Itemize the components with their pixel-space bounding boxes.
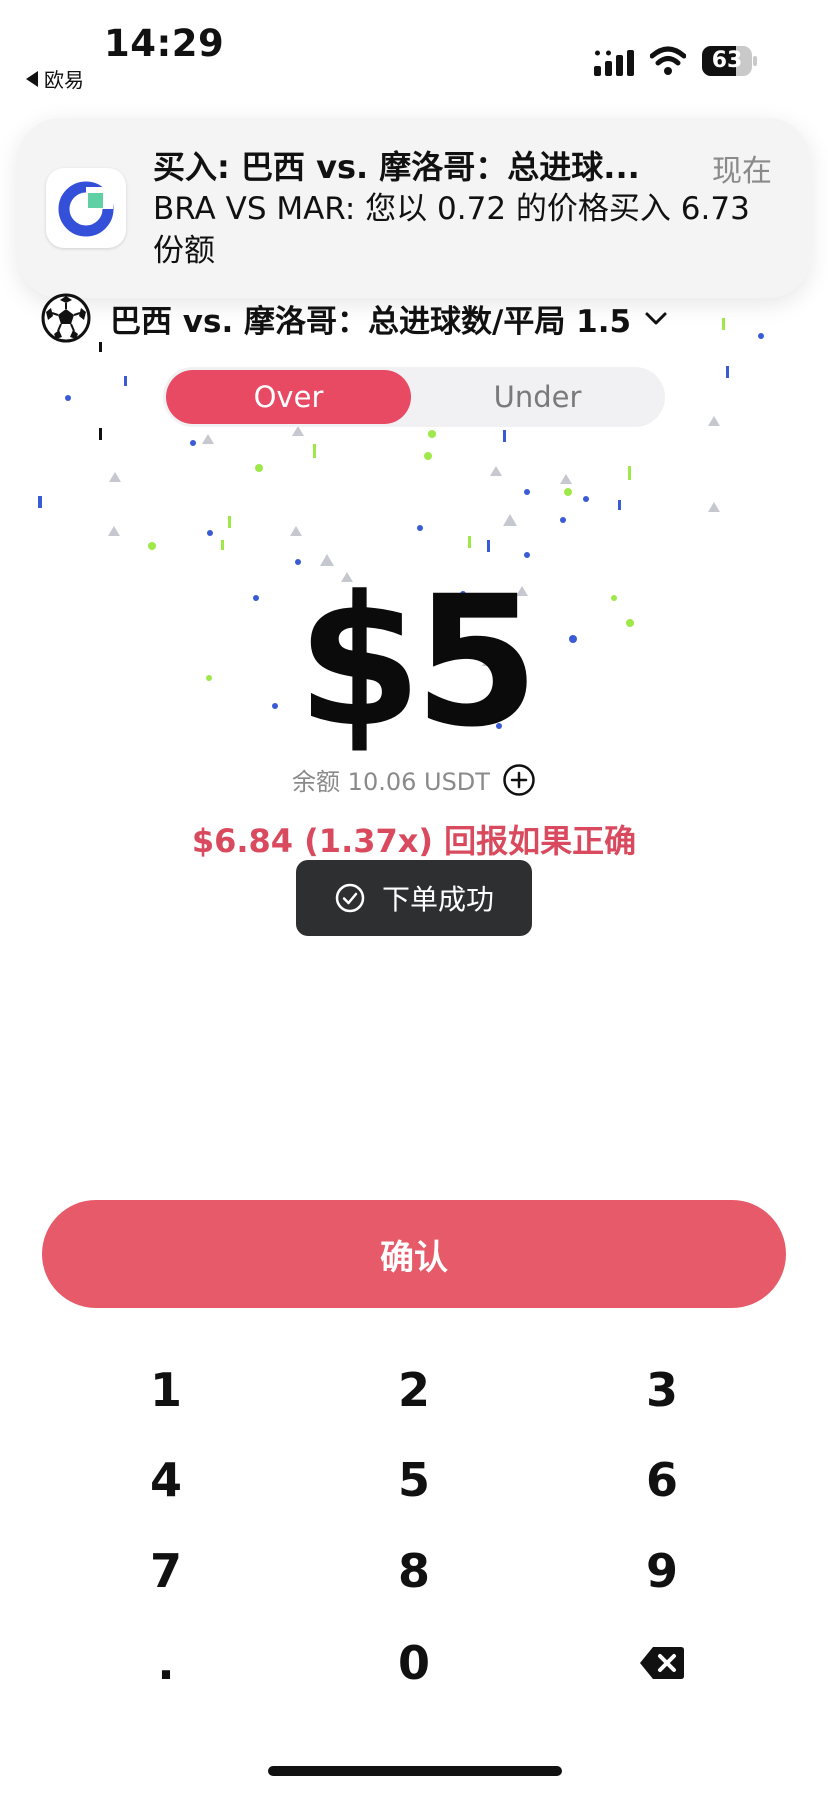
key-decimal[interactable]: . — [28, 1618, 304, 1708]
notification-time: 现在 — [712, 154, 772, 189]
soccer-ball-icon — [41, 293, 91, 343]
toast-text: 下单成功 — [381, 883, 494, 916]
back-arrow-icon — [26, 70, 38, 87]
backspace-icon — [640, 1647, 684, 1679]
key-0[interactable]: 0 — [276, 1618, 552, 1708]
bet-amount: $5 — [296, 558, 540, 767]
notification-body: BRA VS MAR: 您以 0.72 的价格买入 6.73 份额 — [153, 191, 750, 269]
back-to-app-button[interactable]: 欧易 — [26, 64, 84, 93]
option-under[interactable]: Under — [415, 370, 660, 424]
key-2[interactable]: 2 — [276, 1345, 552, 1435]
app-logo-icon — [46, 168, 126, 248]
wifi-icon — [650, 46, 686, 75]
status-time: 14:29 — [104, 22, 225, 65]
signal-icon — [594, 50, 634, 76]
key-8[interactable]: 8 — [276, 1526, 552, 1616]
confirm-button[interactable]: 确认 — [42, 1200, 786, 1308]
back-app-label: 欧易 — [44, 68, 84, 92]
notification-title: 买入: 巴西 vs. 摩洛哥：总进球... — [153, 148, 640, 186]
over-under-toggle[interactable]: Over Under — [163, 367, 665, 427]
key-6[interactable]: 6 — [524, 1435, 800, 1525]
market-selector[interactable]: 巴西 vs. 摩洛哥：总进球数/平局 1.5 — [40, 292, 669, 344]
chevron-down-icon — [645, 312, 667, 325]
key-3[interactable]: 3 — [524, 1345, 800, 1435]
balance-row: 余额 10.06 USDT — [0, 762, 828, 797]
battery-icon: 63 — [702, 46, 758, 76]
key-1[interactable]: 1 — [28, 1345, 304, 1435]
balance-text: 余额 10.06 USDT — [292, 768, 490, 796]
key-9[interactable]: 9 — [524, 1526, 800, 1616]
key-7[interactable]: 7 — [28, 1526, 304, 1616]
order-success-toast: 下单成功 — [296, 860, 532, 936]
option-over[interactable]: Over — [166, 370, 411, 424]
add-funds-icon[interactable] — [502, 763, 536, 797]
key-5[interactable]: 5 — [276, 1435, 552, 1525]
battery-level: 63 — [711, 48, 743, 73]
check-circle-icon — [335, 883, 365, 913]
home-indicator — [268, 1766, 562, 1776]
market-title: 巴西 vs. 摩洛哥：总进球数/平局 1.5 — [110, 303, 632, 340]
key-backspace[interactable] — [524, 1618, 800, 1708]
notification-banner[interactable]: 买入: 巴西 vs. 摩洛哥：总进球... 现在 BRA VS MAR: 您以 … — [18, 118, 810, 298]
key-4[interactable]: 4 — [28, 1435, 304, 1525]
potential-payout: $6.84 (1.37x) 回报如果正确 — [191, 822, 637, 860]
